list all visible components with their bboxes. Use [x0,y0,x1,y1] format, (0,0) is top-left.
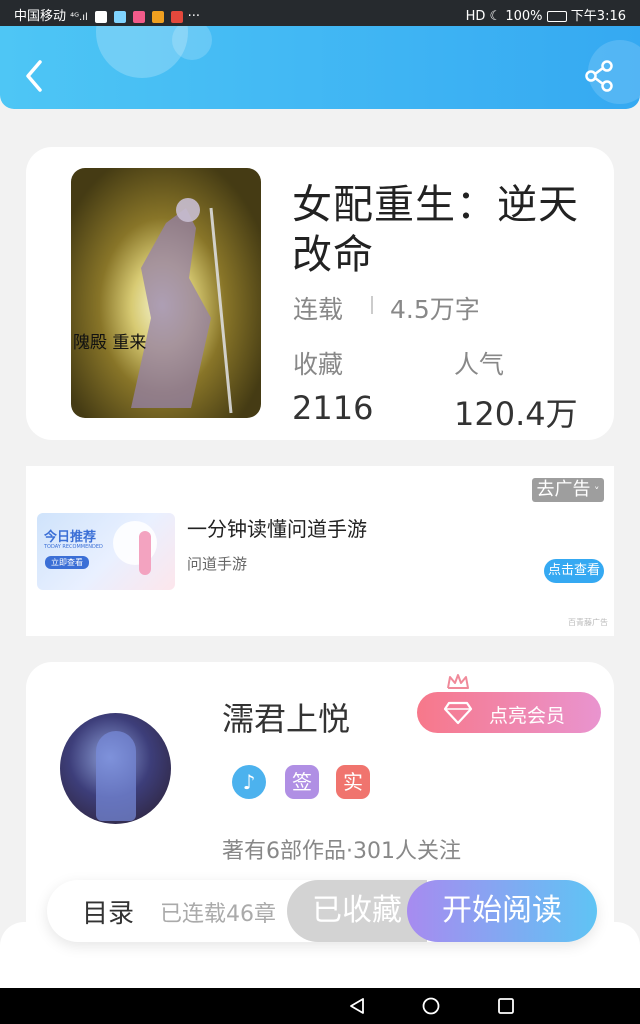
app-icon [152,10,165,23]
remove-ad-label: 去广告 [536,479,591,500]
ad-subtitle: 问道手游 [187,555,248,573]
author-stats: 著有6部作品·301人关注 [222,839,461,864]
ad-image[interactable]: 今日推荐 TODAY RECOMMENDED 立即查看 [37,513,175,590]
music-icon: ♪ [242,770,256,794]
remove-ad-button[interactable]: 去广告 ˅ [532,478,604,502]
vip-label: 点亮会员 [489,705,566,727]
popularity-value: 120.4万 [454,395,578,433]
app-icon [94,10,107,23]
signed-badge: 签 [285,765,319,799]
back-button[interactable] [22,56,52,96]
ad-title[interactable]: 一分钟读懂问道手游 [187,513,367,542]
collect-value: 2116 [292,389,374,427]
start-reading-button[interactable]: 开始阅读 [407,880,597,942]
share-button[interactable] [582,58,618,94]
system-nav-bar [0,988,640,1024]
signal-icon: ⁴ᴳ.ıl [70,12,88,23]
diamond-icon [443,701,473,725]
popularity-label: 人气 [454,350,505,379]
app-icon [114,10,127,23]
home-nav-icon[interactable] [421,996,441,1016]
book-status: 连载 [293,295,344,324]
vip-button[interactable]: 点亮会员 [417,692,601,733]
app-icon [171,10,184,23]
cover-text: 隗殿 重来 [73,333,147,353]
book-title: 女配重生：逆天改命 [292,182,579,278]
share-icon [585,60,613,92]
status-bar: 中国移动 ⁴ᴳ.ıl ··· HD ☾ 100% 下午3:16 [0,0,640,26]
verified-badge: 实 [336,765,370,799]
word-count: 4.5万字 [390,295,480,324]
toc-chapter-count[interactable]: 已连载46章 [160,896,276,928]
chevron-left-icon [26,60,42,92]
ad-image-figure [139,531,151,575]
ad-source-label: 百青藤广告 [568,618,608,627]
header-bubble [172,26,212,60]
music-badge: ♪ [232,765,266,799]
cover-illustration [131,198,233,414]
ad-image-subtitle: TODAY RECOMMENDED [44,544,103,550]
battery-icon [546,11,567,22]
collect-label: 收藏 [293,350,344,379]
status-left: 中国移动 ⁴ᴳ.ıl ··· [14,5,200,24]
collected-button[interactable]: 已收藏 [287,880,427,942]
status-right: HD ☾ 100% 下午3:16 [466,5,626,24]
avatar-figure [96,731,136,821]
chevron-down-icon: ˅ [590,485,600,498]
ad-image-title: 今日推荐 [44,530,97,545]
toc-button[interactable]: 目录 [82,893,134,930]
author-name[interactable]: 濡君上悦 [222,694,350,740]
author-avatar[interactable] [60,713,171,824]
back-nav-icon[interactable] [347,996,367,1016]
status-indicators: HD ☾ 100% [465,9,543,24]
clock: 下午3:16 [570,9,626,24]
signed-badge-label: 签 [292,770,312,794]
app-icon [133,10,146,23]
meta-divider [371,296,373,314]
verified-badge-label: 实 [343,770,363,794]
ad-view-button[interactable]: 点击查看 [544,559,604,583]
more-notifications: ··· [187,9,201,24]
book-cover[interactable]: 隗殿 重来 [71,168,261,418]
carrier-label: 中国移动 [14,9,67,24]
header-bar [0,26,640,109]
recents-nav-icon[interactable] [496,996,516,1016]
ad-image-button: 立即查看 [45,556,89,569]
